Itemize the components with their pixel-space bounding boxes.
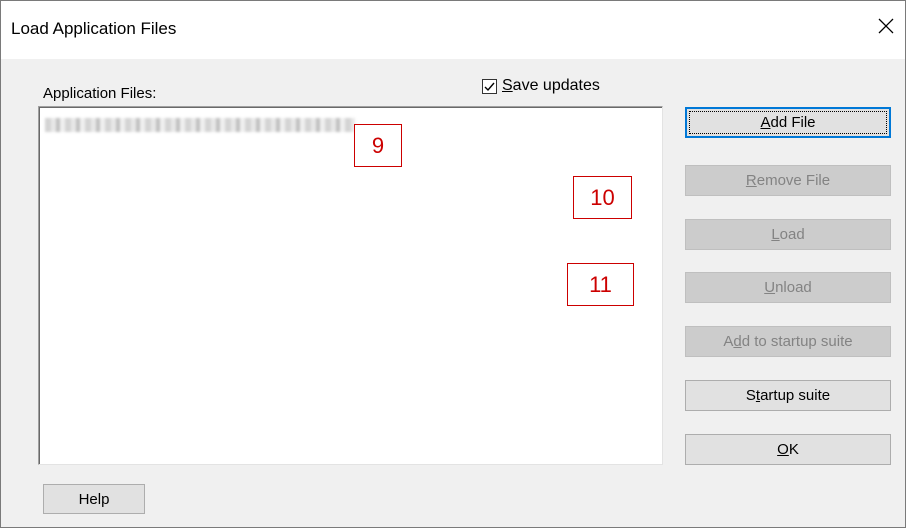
unload-label: Unload <box>764 279 812 296</box>
list-item[interactable] <box>45 118 355 132</box>
load-label: Load <box>771 226 805 243</box>
checkbox-box[interactable] <box>482 78 497 94</box>
remove-file-button[interactable]: Remove File <box>685 165 891 196</box>
add-file-button[interactable]: Add File <box>685 107 891 138</box>
unload-button[interactable]: Unload <box>685 272 891 303</box>
annotation-marker: 11 <box>567 263 634 306</box>
focus-rect <box>689 111 887 134</box>
add-to-startup-suite-button[interactable]: Add to startup suite <box>685 326 891 357</box>
annotation-marker: 10 <box>573 176 632 219</box>
load-application-files-dialog: Load Application Files Application Files… <box>0 0 906 528</box>
close-button[interactable] <box>869 9 903 43</box>
save-updates-checkbox[interactable]: Save updates <box>482 76 600 96</box>
application-files-label: Application Files: <box>43 85 157 102</box>
startup-suite-button[interactable]: Startup suite <box>685 380 891 411</box>
ok-label: OK <box>777 441 799 458</box>
checkmark-icon <box>484 82 495 91</box>
title-bar: Load Application Files <box>1 1 905 59</box>
ok-button[interactable]: OK <box>685 434 891 465</box>
window-title: Load Application Files <box>11 19 177 38</box>
annotation-marker: 9 <box>354 124 402 167</box>
add-to-startup-label: Add to startup suite <box>723 333 853 350</box>
startup-suite-label: Startup suite <box>745 387 831 404</box>
close-icon <box>878 18 894 34</box>
remove-file-label: Remove File <box>745 172 831 189</box>
save-updates-label: Save updates <box>502 77 600 94</box>
help-button[interactable]: Help <box>43 484 145 514</box>
load-button[interactable]: Load <box>685 219 891 250</box>
